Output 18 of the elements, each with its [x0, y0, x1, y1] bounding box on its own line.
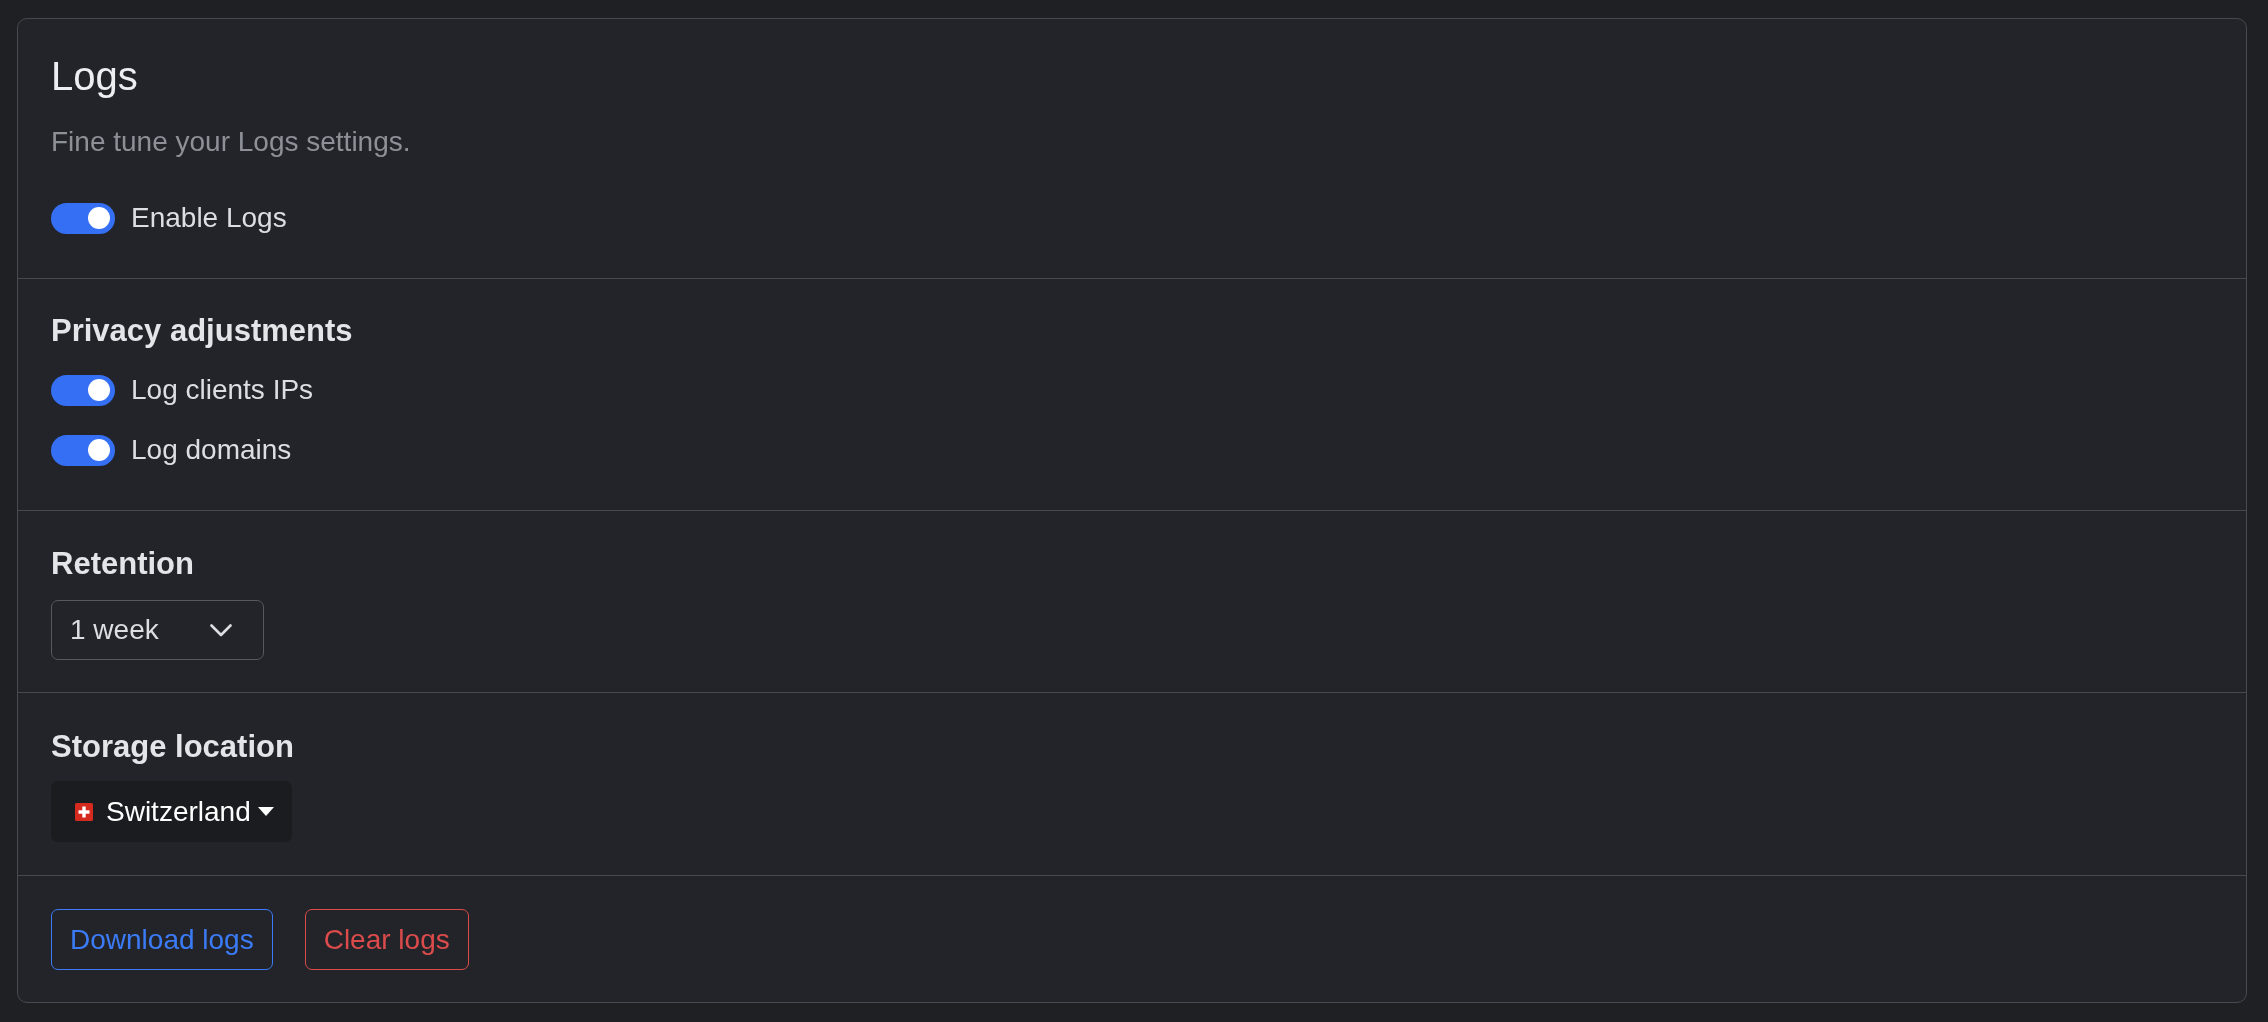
toggle-label: Enable Logs: [131, 201, 287, 235]
toggle-switch[interactable]: [51, 374, 115, 406]
chevron-down-icon: [210, 623, 232, 637]
flag-icon: [75, 802, 93, 821]
caret-icon: [257, 807, 274, 816]
section-heading: Storage location: [51, 728, 295, 766]
download-button[interactable]: Download logs: [51, 909, 273, 970]
toggle-label: Log clients IPs: [131, 373, 314, 407]
retention-select[interactable]: 1 week: [51, 600, 264, 660]
clear-button[interactable]: Clear logs: [304, 909, 469, 970]
section-heading: Retention: [51, 545, 195, 583]
country-select[interactable]: Switzerland: [51, 781, 292, 842]
card-subtitle: Fine tune your Logs settings.: [51, 125, 412, 159]
toggle-label: Log domains: [131, 433, 292, 467]
card-title: Logs: [51, 53, 139, 100]
section-heading: Privacy adjustments: [51, 312, 354, 350]
toggle-switch[interactable]: [51, 202, 115, 234]
toggle-switch[interactable]: [51, 434, 115, 466]
